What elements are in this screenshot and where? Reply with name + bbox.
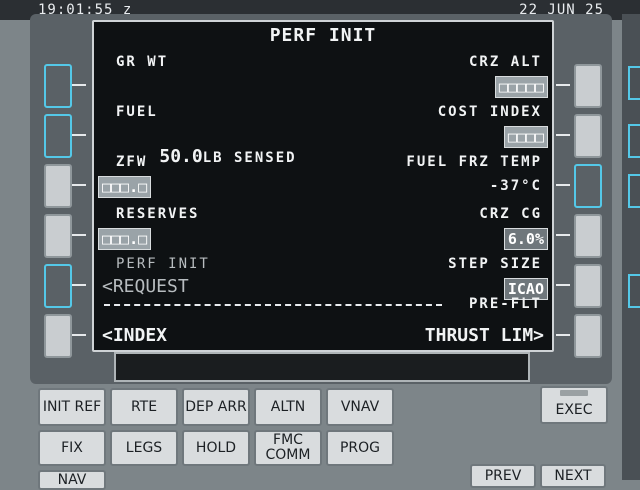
legs-key[interactable]: LEGS [110,430,178,466]
lsk-5r[interactable] [574,264,602,308]
nav-key[interactable]: NAV [38,470,106,490]
adjacent-lsk-marker [628,274,640,308]
exec-light [560,390,588,396]
adjacent-lsk-marker [628,174,640,208]
lsk-tick [72,284,86,286]
lsk-3r[interactable] [574,164,602,208]
lsk-1r[interactable] [574,64,602,108]
perf-request-prompt[interactable]: <REQUEST [102,276,189,297]
thrust-lim-prompt[interactable]: THRUST LIM> [425,325,544,346]
fuel-suffix: LB SENSED [202,150,297,166]
lsk-2r[interactable] [574,114,602,158]
lsk-tick [556,184,570,186]
fuel-label: FUEL [116,104,158,120]
fix-key[interactable]: FIX [38,430,106,466]
altn-key[interactable]: ALTN [254,388,322,426]
lsk-6r[interactable] [574,314,602,358]
reserves-label: RESERVES [116,206,200,222]
lsk-tick [72,334,86,336]
lsk-tick [72,134,86,136]
lsk-4l[interactable] [44,214,72,258]
init-ref-key[interactable]: INIT REF [38,388,106,426]
step-size-label: STEP SIZE [448,256,542,272]
lsk-tick [72,84,86,86]
cost-index-input[interactable]: □□□□ [503,126,548,148]
lsk-3l[interactable] [44,164,72,208]
separator-line [104,304,442,306]
fuel-quantity: 50.0 [159,146,203,167]
hold-key[interactable]: HOLD [182,430,250,466]
lsk-tick [72,234,86,236]
lsk-tick [556,234,570,236]
lsk-4r[interactable] [574,214,602,258]
prev-key[interactable]: PREV [470,464,536,488]
perf-init-label: PERF INIT [116,256,210,272]
cost-index-label: COST INDEX [437,104,542,120]
lsk-6l[interactable] [44,314,72,358]
gr-wt-label: GR WT [116,54,169,70]
lsk-2l[interactable] [44,114,72,158]
fuel-frz-temp-value: -37°C [489,178,542,194]
lsk-tick [556,334,570,336]
crz-alt-label: CRZ ALT [468,54,542,70]
adjacent-lsk-marker [628,66,640,100]
adjacent-display-edge [622,14,640,480]
lsk-tick [556,284,570,286]
reserves-input[interactable]: □□□.□ [98,228,152,250]
prog-key[interactable]: PROG [326,430,394,466]
crz-cg-input[interactable]: 6.0% [503,228,548,250]
zfw-label: ZFW [116,154,148,170]
lsk-tick [556,134,570,136]
lsk-1l[interactable] [44,64,72,108]
dep-arr-key[interactable]: DEP ARR [182,388,250,426]
lsk-5l[interactable] [44,264,72,308]
vnav-key[interactable]: VNAV [326,388,394,426]
scratchpad [114,352,530,382]
page-title: PERF INIT [269,25,377,46]
adjacent-lsk-marker [628,124,640,158]
pre-flt-label: PRE-FLT [468,296,542,312]
exec-label: EXEC [555,401,593,418]
fuel-frz-temp-label: FUEL FRZ TEMP [406,154,542,170]
crz-cg-label: CRZ CG [479,206,542,222]
index-prompt[interactable]: <INDEX [102,325,167,346]
fmc-comm-key[interactable]: FMC COMM [254,430,322,466]
next-key[interactable]: NEXT [540,464,606,488]
rte-key[interactable]: RTE [110,388,178,426]
lsk-tick [556,84,570,86]
lsk-tick [72,184,86,186]
zfw-input[interactable]: □□□.□ [98,176,152,198]
crz-alt-input[interactable]: □□□□□ [494,76,548,98]
cdu-display: PERF INIT GR WT CRZ ALT □□□□□ FUEL COST … [92,20,554,352]
